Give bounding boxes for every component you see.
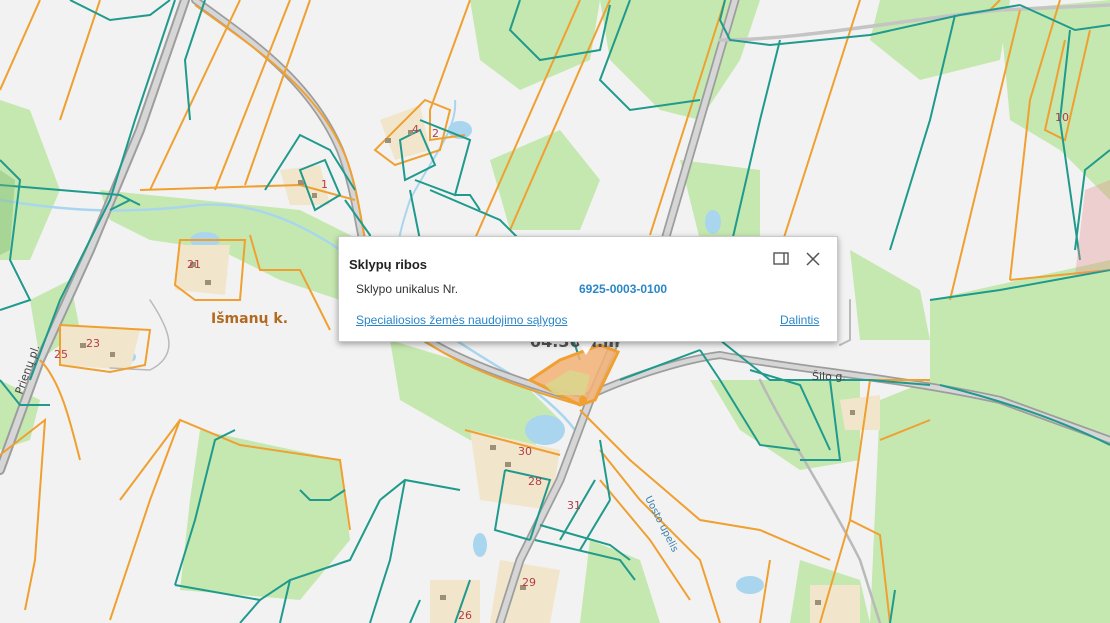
- popup-title: Sklypų ribos: [349, 257, 428, 272]
- parcel-info-popup: Sklypų ribos Sklypo unikalus Nr. 6925-00…: [338, 236, 838, 342]
- parcel-number-25: 25: [54, 348, 68, 361]
- parcel-number-4: 4: [412, 123, 419, 136]
- close-icon: [806, 252, 820, 266]
- village-label: Išmanų k.: [211, 311, 288, 327]
- parcel-number-26: 26: [458, 609, 472, 622]
- dock-panel-icon: [773, 252, 789, 265]
- close-button[interactable]: [803, 249, 823, 269]
- parcel-number-23: 23: [86, 337, 100, 350]
- parcel-id-value: 6925-0003-0100: [579, 282, 668, 296]
- road-label-silo: Šilo g.: [812, 370, 846, 383]
- parcel-number-31: 31: [567, 499, 581, 512]
- parcel-number-29: 29: [522, 576, 536, 589]
- parcel-number-30: 30: [518, 445, 532, 458]
- parcel-number-1: 1: [321, 178, 328, 191]
- parcel-number-21: 21: [187, 258, 201, 271]
- parcel-number-28: 28: [528, 475, 542, 488]
- parcel-number-2: 2: [432, 127, 439, 140]
- special-conditions-link[interactable]: Specialiosios žemės naudojimo sąlygos: [356, 313, 567, 327]
- share-link[interactable]: Dalintis: [780, 313, 819, 327]
- dock-panel-button[interactable]: [771, 249, 791, 269]
- parcel-id-label: Sklypo unikalus Nr.: [356, 282, 459, 296]
- parcel-number-10: 10: [1055, 111, 1069, 124]
